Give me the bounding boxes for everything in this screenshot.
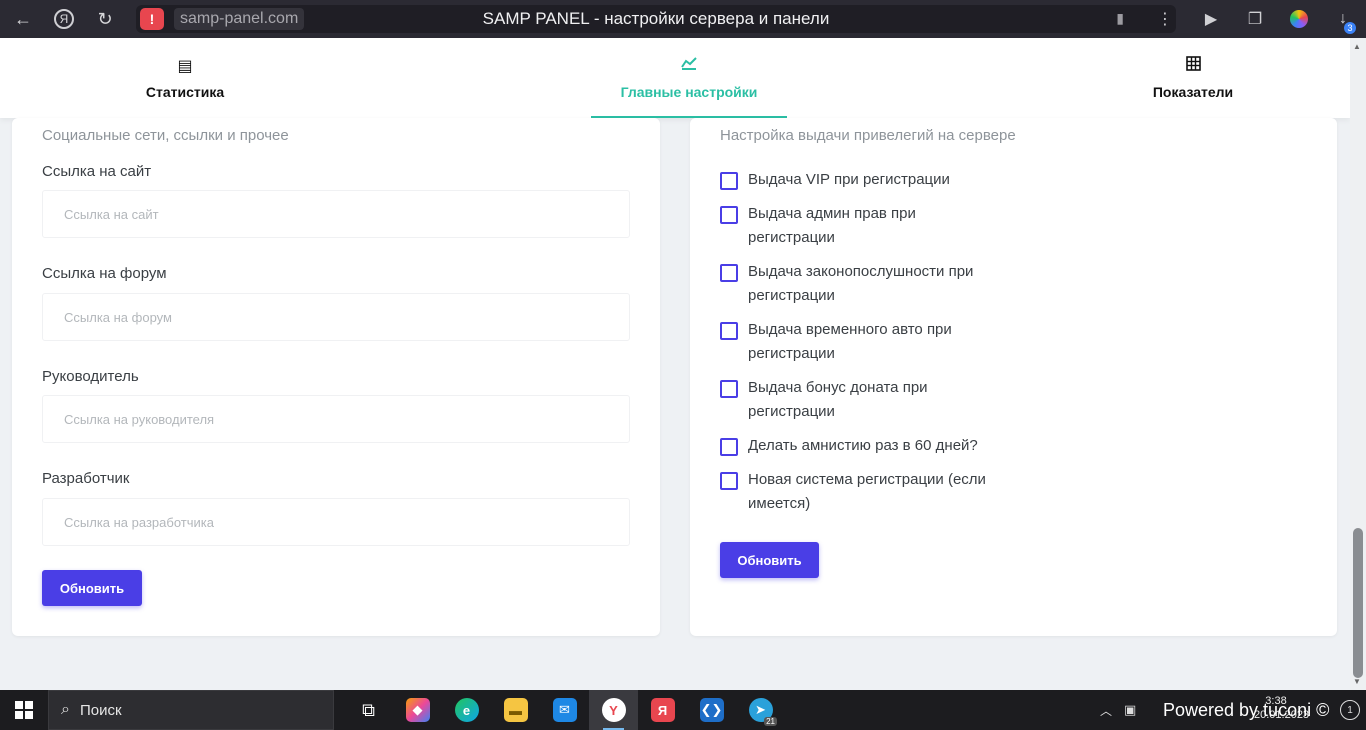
checkbox-amnesty[interactable]: Делать амнистию раз в 60 дней? — [720, 437, 1020, 458]
checkbox-box[interactable] — [720, 380, 738, 398]
checkbox-box[interactable] — [720, 472, 738, 490]
download-count-badge: 3 — [1344, 22, 1356, 34]
url-text: samp-panel.com — [174, 8, 305, 30]
checkbox-law-abiding[interactable]: Выдача законопослушности при регистрации — [720, 263, 1020, 308]
social-links-card: Социальные сети, ссылки и прочее Ссылка … — [12, 118, 660, 636]
powered-by-overlay: Powered by tuconi © — [1163, 700, 1330, 720]
checkbox-box[interactable] — [720, 438, 738, 456]
forum-link-input[interactable] — [42, 293, 630, 341]
checkbox-label: Делать амнистию раз в 60 дней? — [748, 437, 978, 454]
task-view-icon[interactable]: ⧉ — [344, 690, 393, 730]
checkbox-new-registration[interactable]: Новая система регистрации (если имеется) — [720, 471, 1020, 516]
telegram-icon[interactable]: ➤ 21 — [736, 690, 785, 730]
windows-logo-icon — [15, 701, 33, 719]
browser-extensions: ▶ ❐ ↓ 3 — [1196, 4, 1358, 34]
checkbox-box[interactable] — [720, 172, 738, 190]
notification-icon[interactable]: 1 — [1340, 700, 1360, 720]
checkbox-box[interactable] — [720, 322, 738, 340]
main-nav-tabs: ▤ Статистика Главные настройки Показател… — [0, 38, 1350, 118]
reload-icon[interactable]: ↻ — [88, 4, 122, 34]
developer-label: Разработчик — [42, 470, 130, 487]
checkbox-label: Новая система регистрации (если имеется) — [748, 471, 986, 512]
browser-toolbar: ← Я ↻ ! samp-panel.com SAMP PANEL - наст… — [0, 0, 1366, 38]
file-explorer-icon[interactable]: ▬ — [491, 690, 540, 730]
bookmark-icon[interactable]: ▮ — [1116, 10, 1124, 27]
forum-link-label: Ссылка на форум — [42, 265, 167, 282]
chart-icon — [681, 56, 697, 78]
scroll-down-icon[interactable]: ▼ — [1353, 677, 1361, 686]
search-label: Поиск — [79, 701, 122, 719]
collections-icon[interactable]: ❐ — [1240, 4, 1270, 34]
search-icon: ⌕ — [61, 701, 70, 718]
leader-label: Руководитель — [42, 368, 139, 385]
site-link-input[interactable] — [42, 190, 630, 238]
scroll-thumb[interactable] — [1353, 528, 1363, 678]
checkbox-temp-car[interactable]: Выдача временного авто при регистрации — [720, 321, 1020, 366]
grid-icon — [1185, 56, 1201, 78]
chevron-up-icon[interactable]: ︿ — [1100, 702, 1112, 719]
telegram-badge: 21 — [764, 717, 777, 726]
checkbox-box[interactable] — [720, 206, 738, 224]
checkbox-label: Выдача бонус доната при регистрации — [748, 379, 928, 420]
site-link-label: Ссылка на сайт — [42, 163, 152, 180]
scroll-up-icon[interactable]: ▲ — [1353, 42, 1361, 51]
checkbox-vip[interactable]: Выдача VIP при регистрации — [720, 171, 1020, 192]
start-button[interactable] — [0, 690, 48, 730]
update-links-button[interactable]: Обновить — [42, 570, 142, 606]
update-privileges-button[interactable]: Обновить — [720, 542, 819, 578]
checkbox-label: Выдача временного авто при регистрации — [748, 321, 952, 362]
more-options-icon[interactable]: ⋮ — [1150, 4, 1180, 34]
leader-link-input[interactable] — [42, 395, 630, 443]
copilot-icon[interactable]: ◆ — [393, 690, 442, 730]
card-subtitle: Настройка выдачи привелегий на сервере — [720, 127, 1016, 144]
vscode-icon[interactable]: ❮❯ — [687, 690, 736, 730]
checkbox-box[interactable] — [720, 264, 738, 282]
taskbar-apps: ⧉ ◆ e ▬ ✉ Y Я ❮❯ ➤ 21 — [344, 690, 785, 730]
media-play-icon[interactable]: ▶ — [1196, 4, 1226, 34]
yandex-browser-icon[interactable]: Y — [589, 690, 638, 730]
tab-label: Главные настройки — [620, 84, 758, 100]
checkbox-label: Выдача админ прав при регистрации — [748, 205, 916, 246]
tab-indicators[interactable]: Показатели — [1100, 38, 1286, 118]
back-icon[interactable]: ← — [6, 4, 40, 34]
checkbox-label: Выдача VIP при регистрации — [748, 171, 950, 188]
tab-label: Статистика — [145, 84, 225, 100]
document-icon: ▤ — [177, 58, 193, 75]
tab-main-settings[interactable]: Главные настройки — [591, 38, 787, 118]
downloads-icon[interactable]: ↓ 3 — [1328, 4, 1358, 34]
warning-icon: ! — [140, 8, 164, 30]
mail-icon[interactable]: ✉ — [540, 690, 589, 730]
yandex-logo-icon[interactable]: Я — [54, 9, 74, 29]
page-scrollbar[interactable]: ▲ ▼ — [1350, 38, 1366, 690]
taskbar-search[interactable]: ⌕ Поиск — [48, 690, 334, 730]
privileges-card: Настройка выдачи привелегий на сервере В… — [690, 118, 1337, 636]
checkbox-admin[interactable]: Выдача админ прав при регистрации — [720, 205, 1020, 250]
yandex-icon[interactable]: Я — [638, 690, 687, 730]
edge-icon[interactable]: e — [442, 690, 491, 730]
checkbox-donate-bonus[interactable]: Выдача бонус доната при регистрации — [720, 379, 1020, 424]
windows-taskbar: ⌕ Поиск ⧉ ◆ e ▬ ✉ Y Я ❮❯ ➤ 21 ︿ ▣ 3:38 20… — [0, 690, 1366, 730]
address-bar[interactable]: ! samp-panel.com SAMP PANEL - настройки … — [136, 5, 1176, 33]
tab-label: Показатели — [1152, 84, 1234, 100]
checkbox-label: Выдача законопослушности при регистрации — [748, 263, 974, 304]
network-icon[interactable]: ▣ — [1124, 702, 1136, 718]
tab-statistics[interactable]: ▤ Статистика — [90, 38, 280, 118]
alice-icon[interactable] — [1284, 4, 1314, 34]
card-subtitle: Социальные сети, ссылки и прочее — [42, 127, 289, 144]
developer-link-input[interactable] — [42, 498, 630, 546]
